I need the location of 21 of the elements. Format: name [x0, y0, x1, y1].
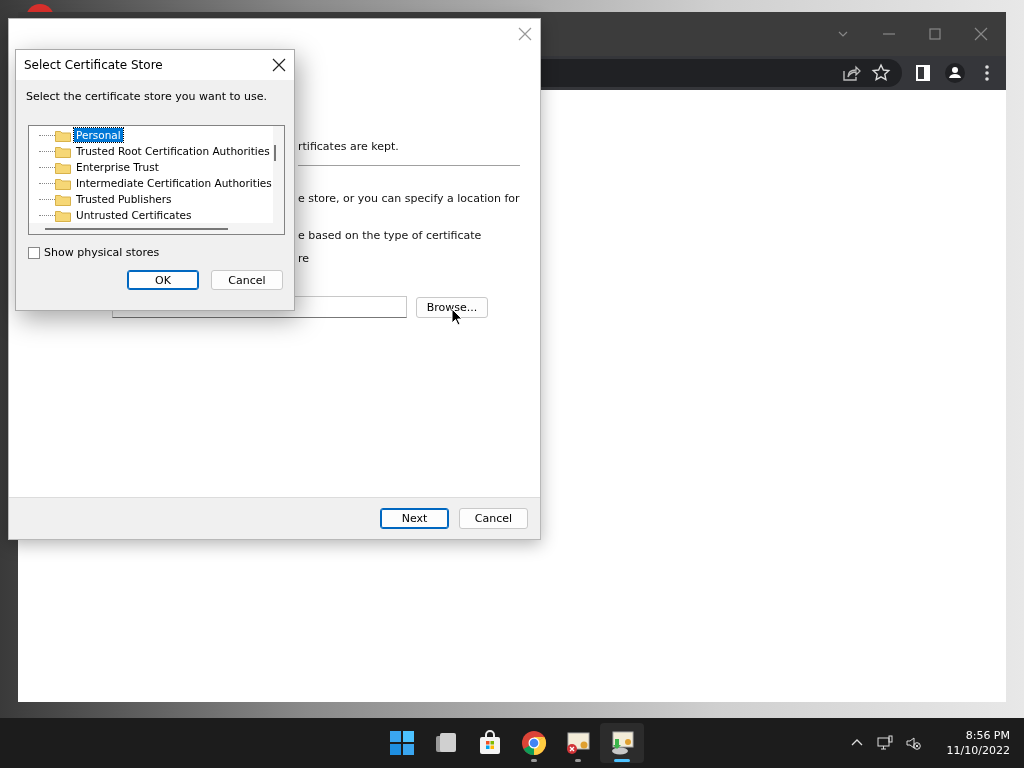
description-text: e store, or you can specify a location for	[298, 192, 520, 205]
dialog-button[interactable]: OK	[127, 270, 199, 290]
clock[interactable]: 8:56 PM 11/10/2022	[946, 728, 1010, 758]
tree-item[interactable]: Untrusted Certificates	[74, 208, 194, 222]
radio-option-label[interactable]: e based on the type of certificate	[298, 229, 520, 242]
tree-item[interactable]: Personal	[74, 128, 123, 142]
browse-button[interactable]: Browse...	[416, 296, 488, 318]
dialog-title: Select Certificate Store	[24, 58, 163, 72]
wizard-button[interactable]: Next	[380, 508, 449, 529]
wizard-button[interactable]: Cancel	[459, 508, 528, 529]
tree-item[interactable]: Intermediate Certification Authorities	[74, 176, 273, 190]
tree-item[interactable]: Trusted Root Certification Authorities	[74, 144, 272, 158]
tree-item[interactable]: Enterprise Trust	[74, 160, 161, 174]
radio-option-label[interactable]: re	[298, 252, 520, 265]
description-text: rtificates are kept.	[298, 140, 400, 153]
dialog-prompt: Select the certificate store you want to use.	[26, 90, 269, 103]
dialog-button[interactable]: Cancel	[211, 270, 283, 290]
checkbox-label[interactable]: Show physical stores	[44, 246, 160, 259]
clock-date: 11/10/2022	[946, 743, 1010, 758]
clock-time: 8:56 PM	[965, 728, 1010, 743]
tree-item[interactable]: Trusted Publishers	[74, 192, 174, 206]
